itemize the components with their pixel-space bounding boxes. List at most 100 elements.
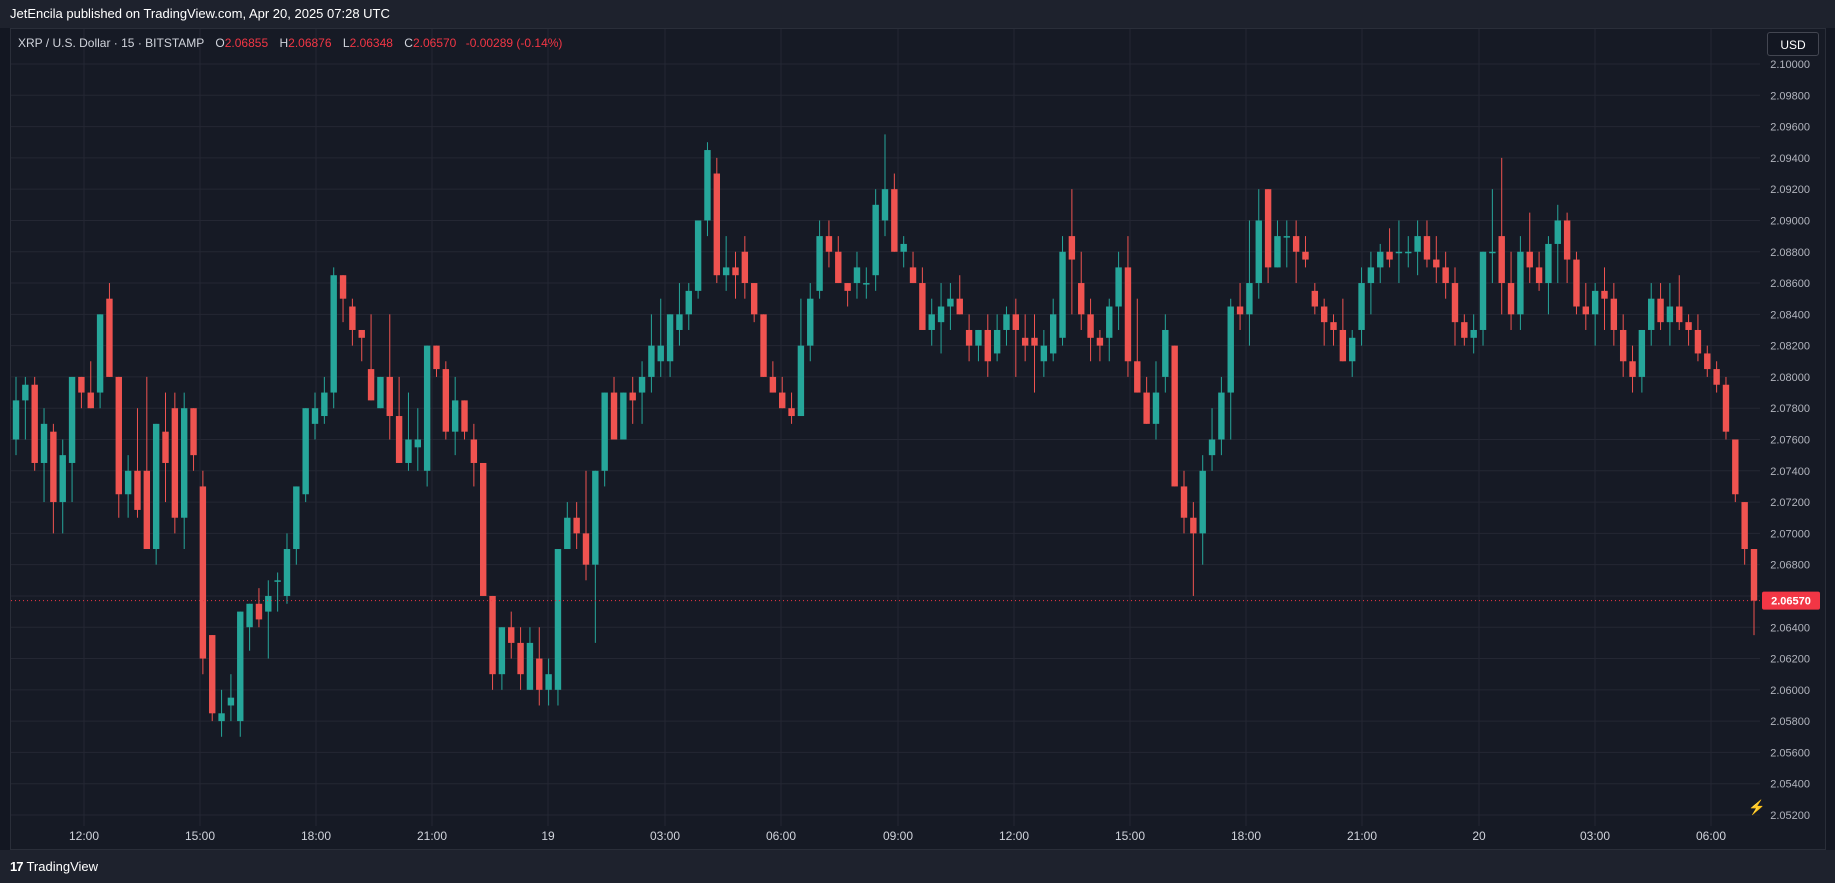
candle-body <box>405 439 412 463</box>
y-tick-label: 2.09600 <box>1770 122 1810 134</box>
low-value: 2.06348 <box>349 36 393 50</box>
candle-body <box>1601 290 1608 299</box>
symbol-legend: XRP / U.S. Dollar · 15 · BITSTAMP O2.068… <box>18 35 562 51</box>
candle-body <box>1750 549 1758 601</box>
candle-body <box>825 236 833 252</box>
tradingview-logo[interactable]: 17 TradingView <box>10 858 98 876</box>
candle-body <box>984 329 991 362</box>
x-tick-label: 15:00 <box>185 829 215 843</box>
x-tick-label: 15:00 <box>1115 829 1145 843</box>
candle-body <box>582 533 590 565</box>
candle-body <box>741 251 749 284</box>
y-tick-label: 2.10000 <box>1770 59 1810 71</box>
candle-body <box>554 549 562 690</box>
candle-body <box>1003 314 1010 330</box>
change-value: -0.00289 (-0.14%) <box>465 36 563 50</box>
candle-body <box>517 642 524 675</box>
y-tick-label: 2.08200 <box>1770 341 1810 353</box>
y-tick-label: 2.06800 <box>1770 560 1810 572</box>
x-tick-label: 19 <box>541 829 555 843</box>
candle-body <box>349 306 356 330</box>
candle-body <box>237 611 244 722</box>
candle-body <box>1517 251 1524 315</box>
x-tick-label: 21:00 <box>1347 829 1377 843</box>
candle-body <box>68 376 76 463</box>
candle-body <box>666 314 674 362</box>
candle-body <box>1610 298 1618 330</box>
candle-body <box>1246 283 1253 315</box>
x-tick-label: 12:00 <box>69 829 99 843</box>
candle-body <box>1302 251 1309 260</box>
candle-body <box>1582 306 1590 315</box>
candle-body <box>423 345 431 471</box>
candle-body <box>377 376 384 409</box>
candle-body <box>1255 220 1262 284</box>
candle-body <box>601 392 608 471</box>
candle-body <box>1535 267 1543 284</box>
candle-body <box>227 697 235 706</box>
candle-body <box>676 314 683 330</box>
candle-body <box>1227 306 1234 393</box>
candle-body <box>704 150 711 221</box>
candle-body <box>1433 259 1440 268</box>
brand-name: TradingView <box>26 859 99 874</box>
candle-body <box>1143 392 1150 424</box>
candle-body <box>844 283 851 291</box>
candlestick-chart[interactable]: 12:00 15:00 18:00 21:00 19 03:00 06:00 09:00 12:… <box>0 0 1835 883</box>
y-tick-label: 2.09800 <box>1770 90 1810 102</box>
symbol-name[interactable]: XRP / U.S. Dollar · 15 · BITSTAMP <box>18 36 204 50</box>
candle-body <box>881 189 889 221</box>
candle-body <box>526 642 534 690</box>
candle-body <box>1591 290 1599 315</box>
close-label: C <box>404 36 413 50</box>
candle-body <box>1049 314 1057 354</box>
flash-icon[interactable]: ⚡ <box>1748 798 1766 816</box>
y-tick-label: 2.06200 <box>1770 654 1810 666</box>
candle-body <box>12 400 20 440</box>
candle-body <box>451 400 459 432</box>
candle-body <box>1573 259 1580 307</box>
candle-body <box>1078 283 1085 315</box>
candle-body <box>115 376 122 495</box>
candle-body <box>1676 306 1683 323</box>
candle-body <box>797 345 805 417</box>
currency-button[interactable]: USD <box>1767 32 1819 56</box>
candle-body <box>311 408 319 424</box>
candle-body <box>162 431 169 463</box>
y-tick-label: 2.05400 <box>1770 779 1810 791</box>
candle-body <box>190 408 197 456</box>
candle-body <box>1470 329 1477 338</box>
candle-body <box>1713 369 1720 385</box>
x-tick-label: 09:00 <box>883 829 913 843</box>
candle-body <box>1423 236 1431 260</box>
y-tick-label: 2.08400 <box>1770 309 1810 321</box>
candle-body <box>965 329 973 346</box>
candle-body <box>1554 220 1561 244</box>
candle-body <box>124 470 132 495</box>
candle-body <box>367 369 375 401</box>
candle-body <box>1694 329 1702 354</box>
candle-body <box>1021 337 1029 346</box>
x-tick-label: 21:00 <box>417 829 447 843</box>
close-value: 2.06570 <box>412 36 457 50</box>
candle-body <box>1349 337 1356 362</box>
high-label: H <box>279 36 289 50</box>
candle-body <box>816 236 823 291</box>
x-tick-label: 18:00 <box>1231 829 1261 843</box>
candle-body <box>358 329 365 338</box>
candle-body <box>900 243 907 252</box>
x-tick-label: 06:00 <box>766 829 796 843</box>
candle-body <box>489 595 496 675</box>
candle-body <box>685 290 692 315</box>
candle-body <box>1461 322 1468 338</box>
candle-body <box>293 486 300 550</box>
candle-body <box>433 345 440 370</box>
candle-body <box>1162 329 1169 377</box>
candle-body <box>750 283 758 315</box>
candle-body <box>722 267 730 276</box>
candle-body <box>1657 298 1664 323</box>
y-tick-label: 2.09200 <box>1770 184 1810 196</box>
candle-body <box>853 267 861 284</box>
candle-body <box>96 314 104 393</box>
candle-body <box>909 267 917 284</box>
